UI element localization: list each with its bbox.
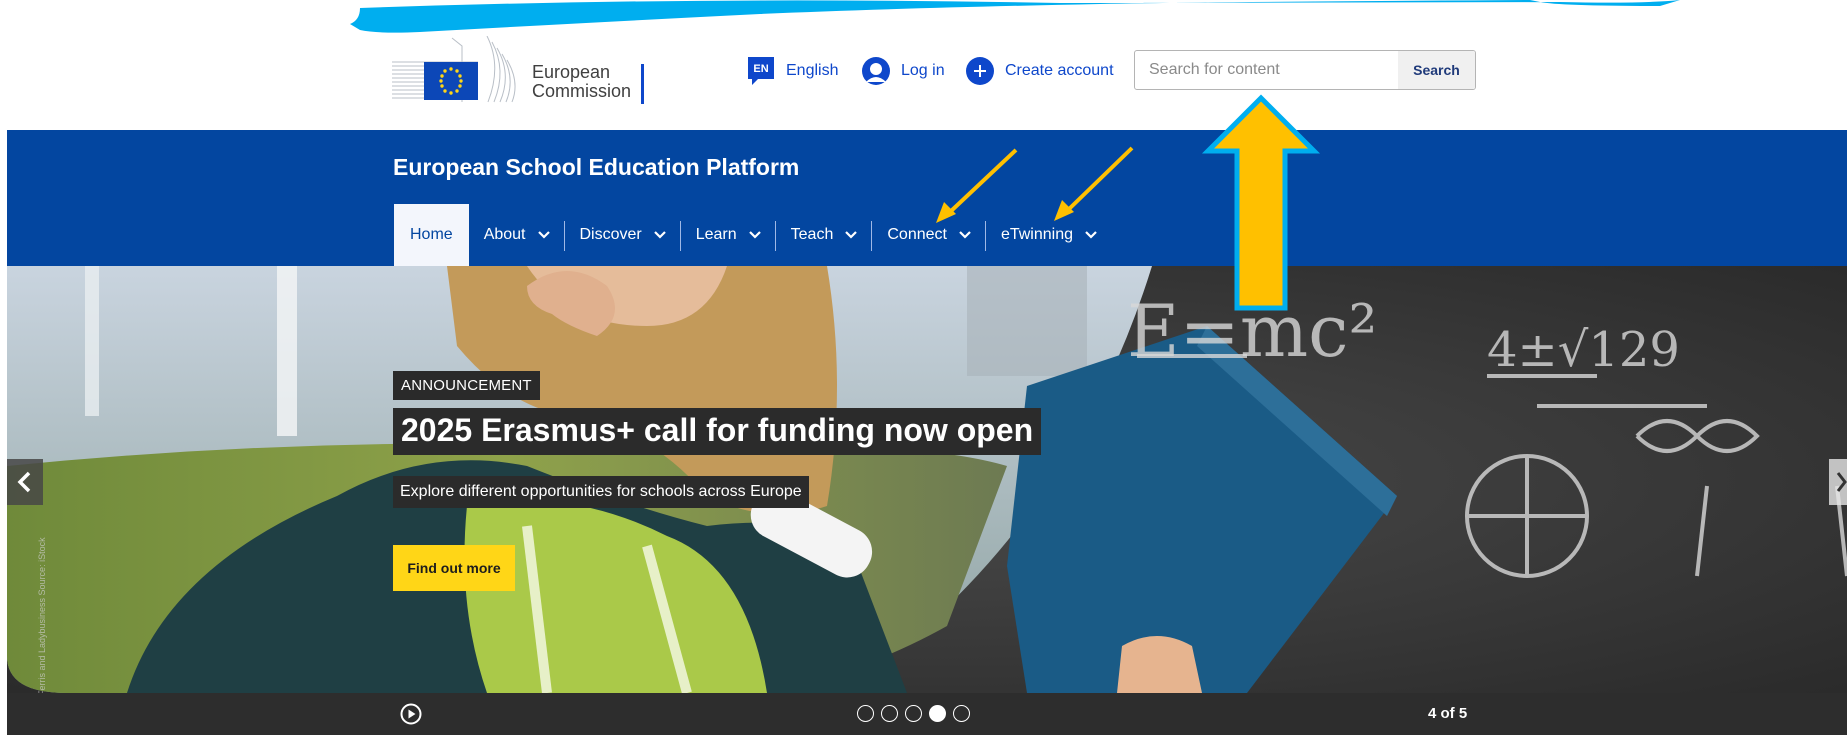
nav-item-learn[interactable]: Learn (681, 204, 776, 266)
nav-label: Discover (579, 226, 642, 243)
carousel-prev-button[interactable] (7, 459, 43, 505)
nav-item-home[interactable]: Home (394, 204, 469, 266)
chevron-down-icon (1084, 230, 1098, 240)
logo-line-2: Commission (532, 81, 632, 101)
carousel-controls: 4 of 5 (7, 693, 1847, 735)
hero-image: E=mc² 4±√129 (7, 266, 1847, 693)
logo-line-1: European (532, 62, 611, 82)
slide-dot-5[interactable] (953, 705, 970, 722)
create-account-label: Create account (1005, 62, 1114, 79)
nav-item-about[interactable]: About (469, 204, 565, 266)
carousel-pagination (857, 705, 970, 722)
create-account-link[interactable]: Create account (965, 55, 1114, 87)
user-icon (861, 56, 891, 86)
nav-item-teach[interactable]: Teach (776, 204, 873, 266)
announcement-tag: ANNOUNCEMENT (393, 371, 540, 400)
nav-label: About (483, 226, 526, 243)
site-title[interactable]: European School Education Platform (393, 154, 799, 181)
nav-item-etwinning[interactable]: eTwinning (986, 204, 1112, 266)
slide-dot-3[interactable] (905, 705, 922, 722)
image-credit: Ferris and Ladybusiness Source: iStock (37, 537, 47, 693)
search-box: Search (1134, 50, 1476, 90)
hero-subline: Explore different opportunities for scho… (393, 476, 809, 508)
nav-label: eTwinning (1000, 226, 1073, 243)
nav-label: Home (410, 226, 453, 243)
language-selector[interactable]: EN English (746, 55, 838, 87)
search-input[interactable] (1135, 51, 1398, 89)
european-commission-logo[interactable]: European Commission (392, 35, 652, 106)
site-header: European Commission EN English Log in Cr… (0, 0, 1847, 130)
chalk-formula: E=mc² (1127, 289, 1377, 373)
slide-dot-1[interactable] (857, 705, 874, 722)
nav-item-discover[interactable]: Discover (565, 204, 681, 266)
search-button[interactable]: Search (1398, 51, 1475, 89)
carousel-next-button[interactable] (1829, 459, 1847, 505)
chevron-down-icon (748, 230, 762, 240)
logo-divider (641, 64, 644, 104)
language-code: EN (753, 63, 768, 75)
slide-dot-4-active[interactable] (929, 705, 946, 722)
chevron-left-icon (17, 471, 31, 493)
chevron-down-icon (653, 230, 667, 240)
hero-carousel: E=mc² 4±√129 ANNOUNCEMENT 2025 Erasmus+ … (7, 266, 1847, 693)
language-label: English (786, 62, 839, 79)
main-nav: Home About Discover Learn Teach Connect … (394, 204, 1112, 266)
eu-flag-icon (392, 35, 516, 103)
site-banner: European School Education Platform Home … (7, 130, 1847, 266)
login-link[interactable]: Log in (861, 55, 945, 87)
find-out-more-button[interactable]: Find out more (393, 545, 515, 591)
logo-wordmark: European Commission (532, 63, 631, 101)
slide-dot-2[interactable] (881, 705, 898, 722)
login-label: Log in (901, 62, 945, 79)
chevron-right-icon (1836, 472, 1847, 492)
nav-label: Teach (790, 226, 834, 243)
chevron-down-icon (958, 230, 972, 240)
hero-headline: 2025 Erasmus+ call for funding now open (393, 408, 1042, 455)
nav-item-connect[interactable]: Connect (872, 204, 986, 266)
play-button[interactable] (400, 703, 422, 730)
chevron-down-icon (537, 230, 551, 240)
language-icon: EN (746, 57, 776, 85)
nav-label: Connect (887, 226, 947, 243)
chevron-down-icon (844, 230, 858, 240)
nav-label: Learn (695, 226, 737, 243)
play-icon (400, 703, 422, 725)
chalk-fraction: 4±√129 (1487, 322, 1680, 378)
plus-circle-icon (965, 56, 995, 86)
slide-counter: 4 of 5 (1428, 705, 1468, 722)
